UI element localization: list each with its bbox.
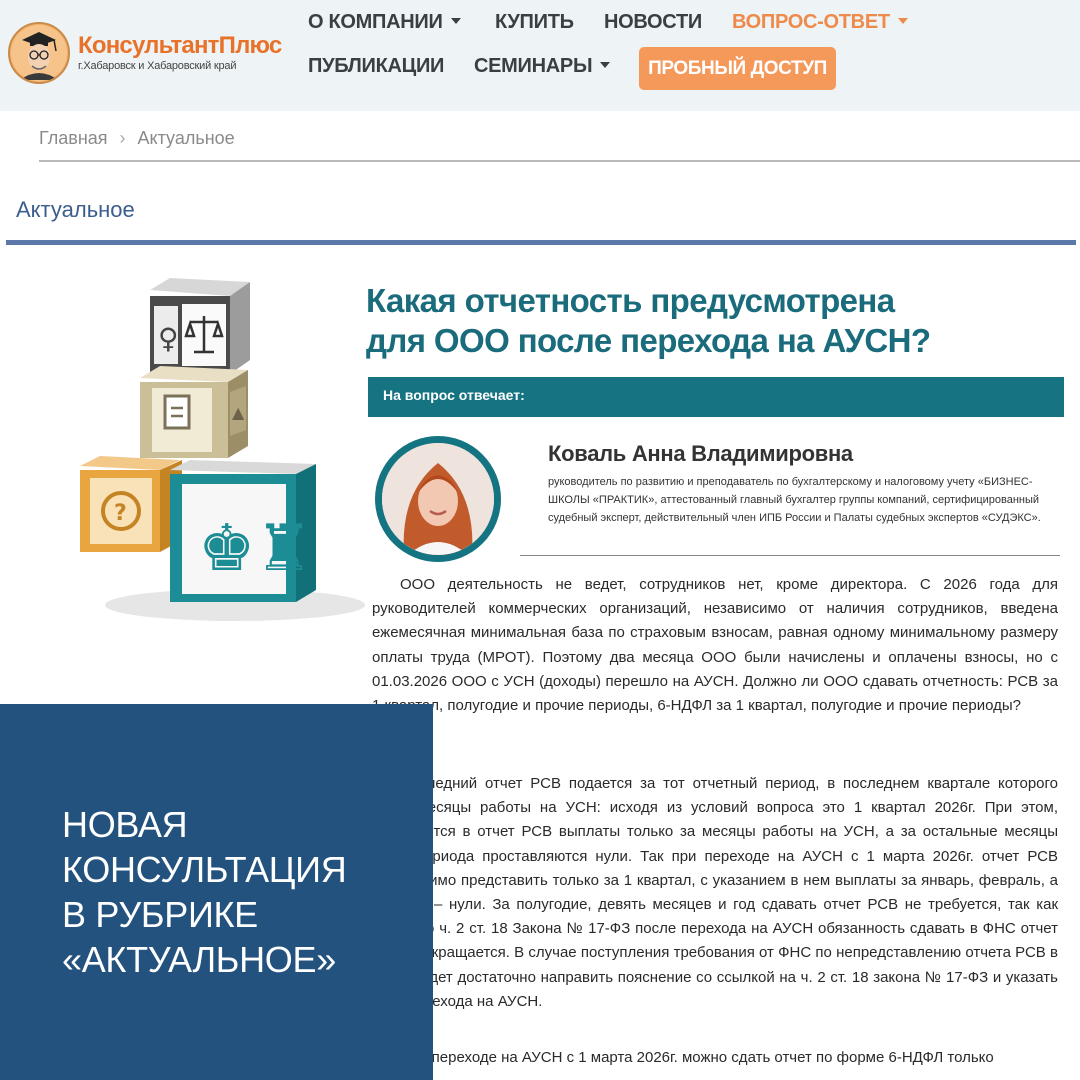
answer-paragraph-2: При переходе на АУСН с 1 марта 2026г. мо…	[400, 1049, 994, 1066]
svg-text:?: ?	[114, 501, 127, 526]
nav-item-qa[interactable]: ВОПРОС-ОТВЕТ	[732, 11, 908, 34]
svg-text:♚♜: ♚♜	[198, 512, 313, 586]
promo-overlay: НОВАЯ КОНСУЛЬТАЦИЯ В РУБРИКЕ «АКТУАЛЬНОЕ…	[0, 704, 433, 1080]
answer-label-bar: На вопрос отвечает:	[368, 377, 1064, 417]
breadcrumb-separator: ›	[119, 128, 126, 148]
expert-name: Коваль Анна Владимировна	[548, 441, 853, 466]
breadcrumb: Главная › Актуальное	[39, 128, 235, 149]
knowledge-cubes-illustration: ♀ ▲ ? ♚♜	[70, 270, 370, 630]
section-title: Актуальное	[16, 197, 135, 222]
bio-divider	[520, 555, 1060, 556]
breadcrumb-divider	[39, 160, 1080, 162]
question-paragraph: ООО деятельность не ведет, сотрудников н…	[372, 576, 1058, 715]
breadcrumb-home[interactable]: Главная	[39, 128, 108, 148]
nav-item-publications[interactable]: ПУБЛИКАЦИИ	[308, 55, 444, 78]
expert-bio: руководитель по развитию и преподаватель…	[548, 476, 1041, 524]
expert-avatar	[375, 436, 501, 562]
nav-item-company[interactable]: О КОМПАНИИ	[308, 11, 461, 34]
nav-item-buy[interactable]: КУПИТЬ	[495, 11, 574, 34]
svg-text:♀: ♀	[158, 322, 179, 355]
chevron-down-icon	[450, 18, 461, 24]
promo-text: НОВАЯ КОНСУЛЬТАЦИЯ В РУБРИКЕ «АКТУАЛЬНОЕ…	[62, 804, 347, 980]
trial-access-button[interactable]: ПРОБНЫЙ ДОСТУП	[639, 47, 836, 90]
brand-name: КонсультантПлюс	[78, 32, 282, 59]
answer-paragraph-1: Последний отчет РСВ подается за тот отче…	[372, 775, 1058, 1010]
svg-text:▲: ▲	[232, 403, 245, 422]
nav-item-news[interactable]: НОВОСТИ	[604, 11, 702, 34]
site-header: КонсультантПлюс г.Хабаровск и Хабаровски…	[0, 0, 1080, 111]
professor-mascot-icon	[8, 22, 70, 84]
brand-region: г.Хабаровск и Хабаровский край	[78, 60, 237, 72]
section-divider	[6, 240, 1076, 245]
brand-logo[interactable]: КонсультантПлюс г.Хабаровск и Хабаровски…	[8, 20, 298, 86]
breadcrumb-current: Актуальное	[137, 128, 235, 148]
nav-item-seminars[interactable]: СЕМИНАРЫ	[474, 55, 611, 78]
article-title: Какая отчетность предусмотрена для ООО п…	[366, 282, 931, 359]
chevron-down-icon	[897, 18, 908, 24]
chevron-down-icon	[600, 62, 611, 68]
